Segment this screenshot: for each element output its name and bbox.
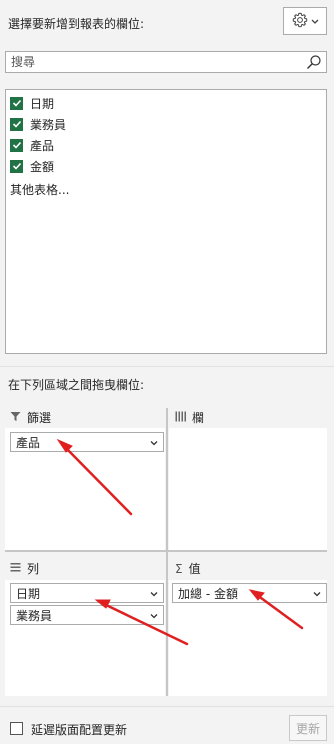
filters-area-header: 篩選 (10, 409, 51, 426)
checkbox-checked[interactable] (10, 138, 23, 152)
value-item-sum-amount[interactable]: 加總 - 金額 (172, 583, 327, 603)
field-item-date[interactable]: 日期 (10, 94, 54, 112)
row-item-date[interactable]: 日期 (10, 583, 164, 603)
section-divider (0, 366, 334, 367)
defer-layout-checkbox[interactable] (10, 722, 23, 735)
filters-label: 篩選 (27, 411, 52, 425)
checkbox-checked[interactable] (10, 96, 23, 110)
settings-button[interactable] (283, 7, 327, 35)
chevron-down-icon[interactable] (313, 587, 321, 601)
footer-divider (0, 706, 334, 707)
chevron-down-icon[interactable] (150, 436, 158, 450)
values-drop-area[interactable]: 加總 - 金額 (169, 580, 327, 696)
chevron-down-icon[interactable] (150, 587, 158, 601)
more-tables-link[interactable]: 其他表格... (10, 181, 69, 198)
filter-item-product[interactable]: 產品 (10, 432, 164, 452)
area-splitter-horizontal[interactable] (5, 550, 327, 552)
field-list: 日期 業務員 產品 金額 其他表格... (5, 89, 327, 354)
filter-icon (10, 411, 21, 425)
field-item-salesperson[interactable]: 業務員 (10, 115, 66, 133)
field-item-product[interactable]: 產品 (10, 136, 54, 154)
checkbox-checked[interactable] (10, 117, 23, 131)
columns-label: 欄 (192, 411, 205, 425)
defer-layout-label: 延遲版面配置更新 (31, 723, 128, 737)
field-label: 業務員 (30, 117, 67, 132)
rows-icon (10, 562, 21, 576)
chevron-down-icon[interactable] (150, 609, 158, 623)
values-area-header: Σ 值 (175, 560, 201, 577)
rows-label: 列 (27, 562, 40, 576)
field-label: 日期 (30, 96, 55, 111)
update-button[interactable]: 更新 (289, 715, 327, 741)
rows-area-header: 列 (10, 560, 39, 577)
search-box (5, 51, 327, 73)
field-item-amount[interactable]: 金額 (10, 157, 54, 175)
columns-drop-area[interactable] (169, 428, 327, 550)
checkbox-checked[interactable] (10, 159, 23, 173)
areas-title: 在下列區域之間拖曳欄位: (8, 378, 145, 392)
chevron-down-icon (311, 14, 319, 28)
search-input[interactable] (6, 52, 301, 72)
field-label: 產品 (30, 138, 55, 153)
sigma-icon: Σ (175, 561, 183, 576)
pane-title: 選擇要新增到報表的欄位: (8, 17, 145, 31)
rows-drop-area[interactable]: 日期 業務員 (5, 580, 165, 696)
columns-area-header: 欄 (175, 409, 204, 426)
values-label: 值 (188, 562, 201, 576)
search-icon[interactable] (306, 54, 322, 73)
area-splitter-vertical[interactable] (166, 408, 168, 696)
gear-icon (292, 12, 308, 31)
row-item-salesperson[interactable]: 業務員 (10, 605, 164, 625)
columns-icon (175, 411, 186, 425)
filters-drop-area[interactable]: 產品 (5, 428, 165, 550)
field-label: 金額 (30, 159, 55, 174)
